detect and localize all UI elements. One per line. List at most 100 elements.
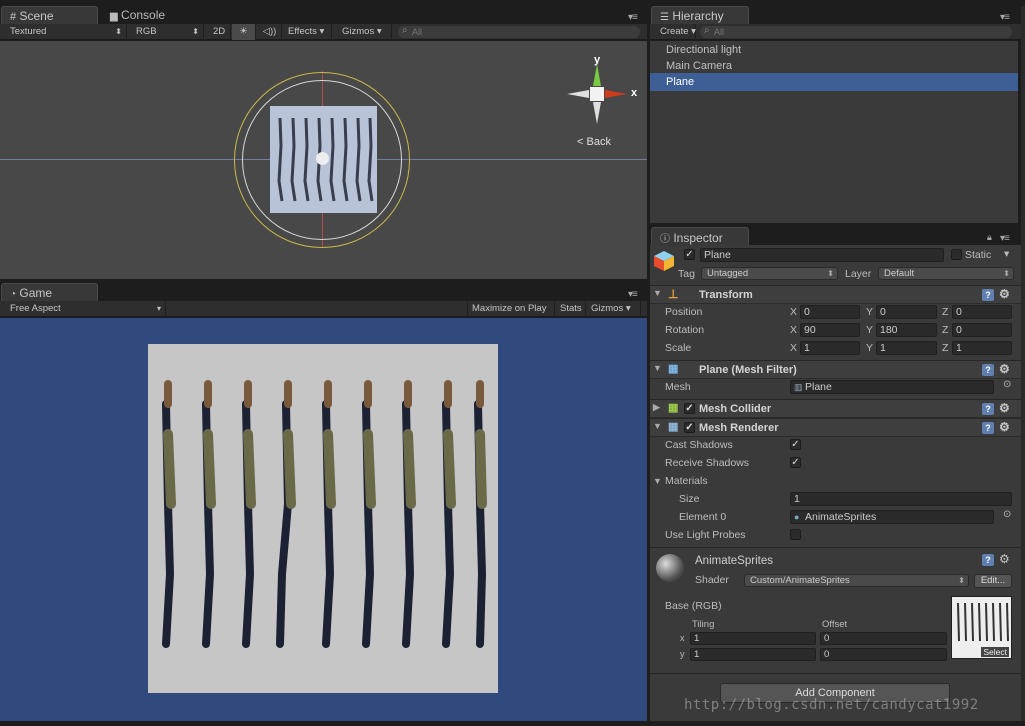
material-sphere-icon: ● — [794, 512, 800, 522]
mesh-object-field[interactable]: ▥ Plane — [790, 380, 994, 394]
foldout-arrow-icon[interactable]: ▼ — [653, 421, 662, 431]
materials-size-field[interactable]: 1 — [790, 492, 1012, 506]
scene-search-input[interactable]: All — [398, 25, 640, 38]
texture-select-label[interactable]: Select — [981, 647, 1009, 657]
lighting-toggle-icon[interactable]: ☀ — [232, 24, 256, 40]
object-picker-icon[interactable]: ⊙ — [1003, 379, 1011, 390]
help-icon[interactable]: ? — [982, 289, 994, 301]
tab-scene[interactable]: # Scene — [1, 6, 98, 24]
object-name-field[interactable]: Plane — [700, 248, 944, 262]
panel-menu-icon[interactable]: ▾≡ — [628, 289, 638, 300]
material-sphere-preview-icon — [656, 554, 684, 582]
right-scrollbar[interactable] — [1021, 6, 1025, 721]
active-checkbox[interactable]: ✓ — [684, 249, 695, 260]
mesh-collider-header[interactable]: ▶ ▦ ✓ Mesh Collider ? ⚙ — [650, 399, 1022, 418]
help-icon[interactable]: ? — [982, 403, 994, 415]
help-icon[interactable]: ? — [982, 364, 994, 376]
tab-console[interactable]: ▆ Console — [102, 6, 200, 24]
transform-header[interactable]: ▼ ⊥ Transform ? ⚙ — [650, 285, 1022, 304]
gear-icon[interactable]: ⚙ — [999, 287, 1010, 301]
foldout-arrow-icon[interactable]: ▼ — [653, 363, 662, 373]
gizmo-back-label[interactable]: < Back — [577, 136, 611, 148]
info-icon: ⓘ — [660, 234, 670, 245]
element0-object-field[interactable]: ● AnimateSprites — [790, 510, 994, 524]
foldout-arrow-icon[interactable]: ▼ — [653, 288, 662, 298]
tab-game[interactable]: ◔ Game — [1, 283, 98, 301]
rotation-x-field[interactable]: 90 — [800, 323, 860, 337]
scale-z-field[interactable]: 1 — [952, 341, 1012, 355]
tiling-x-field[interactable]: 1 — [690, 632, 816, 645]
scene-panel: # Scene ▆ Console ▾≡ Textured ⬍ RGB ⬍ 2D ☀… — [0, 6, 647, 279]
receive-shadows-checkbox[interactable]: ✓ — [790, 457, 801, 468]
object-picker-icon[interactable]: ⊙ — [1003, 509, 1011, 520]
gear-icon[interactable]: ⚙ — [999, 362, 1010, 376]
pacman-icon: ◔ — [10, 289, 17, 300]
foldout-arrow-icon[interactable]: ▶ — [653, 402, 660, 413]
static-dropdown-icon[interactable]: ▾ — [1004, 248, 1009, 260]
audio-toggle-icon[interactable]: ◁)) — [258, 24, 282, 40]
cast-shadows-checkbox[interactable]: ✓ — [790, 439, 801, 450]
tiling-y-field[interactable]: 1 — [690, 648, 816, 661]
stats-toggle[interactable]: Stats — [556, 301, 586, 317]
position-y-field[interactable]: 0 — [876, 305, 937, 319]
maximize-on-play-toggle[interactable]: Maximize on Play — [467, 301, 555, 317]
layer-dropdown[interactable]: Default — [878, 267, 1014, 280]
rotation-y-field[interactable]: 180 — [876, 323, 937, 337]
orientation-gizmo[interactable]: y x < Back — [565, 54, 645, 148]
mesh-renderer-enabled-checkbox[interactable]: ✓ — [684, 422, 695, 433]
render-mode-dropdown[interactable]: RGB ⬍ — [132, 24, 204, 40]
2d-toggle[interactable]: 2D — [209, 24, 231, 40]
tab-hierarchy[interactable]: ☰ Hierarchy — [651, 6, 749, 24]
panel-menu-icon[interactable]: ▾≡ — [1000, 233, 1010, 244]
foldout-arrow-icon[interactable]: ▼ — [653, 476, 662, 486]
panel-menu-icon[interactable]: ▾≡ — [1000, 12, 1010, 23]
shader-dropdown[interactable]: Custom/AnimateSprites — [744, 574, 969, 587]
materials-label[interactable]: Materials — [665, 475, 708, 487]
game-gizmos-dropdown[interactable]: Gizmos ▾ — [587, 301, 641, 317]
aspect-dropdown[interactable]: Free Aspect ▾ — [6, 301, 166, 317]
help-icon[interactable]: ? — [982, 422, 994, 434]
offset-y-field[interactable]: 0 — [820, 648, 947, 661]
scene-viewport[interactable]: y x < Back — [0, 41, 647, 279]
inspector-panel: ⓘ Inspector 🔒︎ ▾≡ ✓ Plane Static ▾ Tag U… — [650, 227, 1022, 721]
static-checkbox[interactable] — [951, 249, 962, 260]
gear-icon[interactable]: ⚙ — [999, 552, 1010, 566]
effects-dropdown[interactable]: Effects ▾ — [284, 24, 332, 40]
panel-menu-icon[interactable]: ▾≡ — [628, 12, 638, 23]
lock-icon[interactable]: 🔒︎ — [987, 232, 992, 243]
inspector-body: ✓ Plane Static ▾ Tag Untagged Layer Defa… — [650, 245, 1022, 721]
shading-mode-dropdown[interactable]: Textured ⬍ — [6, 24, 127, 40]
create-dropdown[interactable]: Create ▾ — [656, 24, 696, 40]
gear-icon[interactable]: ⚙ — [999, 420, 1010, 434]
use-light-probes-checkbox[interactable] — [790, 529, 801, 540]
texture-slot[interactable]: Select — [951, 596, 1012, 659]
gear-icon[interactable]: ⚙ — [999, 401, 1010, 415]
section-divider — [650, 673, 1022, 674]
mesh-collider-enabled-checkbox[interactable]: ✓ — [684, 403, 695, 414]
mesh-filter-header[interactable]: ▼ ▦ Plane (Mesh Filter) ? ⚙ — [650, 360, 1022, 379]
hierarchy-search-input[interactable]: All — [700, 25, 1012, 38]
help-icon[interactable]: ? — [982, 554, 994, 566]
grid-icon: # — [10, 11, 17, 23]
rotation-z-field[interactable]: 0 — [952, 323, 1012, 337]
mesh-grid-icon: ▦ — [668, 363, 679, 375]
list-icon: ☰ — [660, 12, 669, 23]
tag-dropdown[interactable]: Untagged — [701, 267, 838, 280]
game-viewport[interactable] — [0, 318, 647, 721]
use-light-probes-label: Use Light Probes — [665, 529, 746, 541]
mesh-label: Mesh — [665, 381, 691, 393]
center-handle-icon[interactable] — [316, 152, 329, 165]
scale-x-field[interactable]: 1 — [800, 341, 860, 355]
size-label: Size — [679, 493, 700, 505]
scale-label: Scale — [665, 342, 692, 354]
mesh-renderer-header[interactable]: ▼ ▦ ✓ Mesh Renderer ? ⚙ — [650, 418, 1022, 437]
offset-x-field[interactable]: 0 — [820, 632, 947, 645]
hierarchy-item-selected[interactable]: Plane — [650, 73, 1018, 91]
position-z-field[interactable]: 0 — [952, 305, 1012, 319]
tab-inspector[interactable]: ⓘ Inspector — [651, 227, 749, 245]
texture-thumbnail — [957, 602, 1009, 642]
scale-y-field[interactable]: 1 — [876, 341, 937, 355]
edit-shader-button[interactable]: Edit... — [974, 574, 1012, 588]
gizmos-dropdown[interactable]: Gizmos ▾ — [338, 24, 392, 40]
position-x-field[interactable]: 0 — [800, 305, 860, 319]
